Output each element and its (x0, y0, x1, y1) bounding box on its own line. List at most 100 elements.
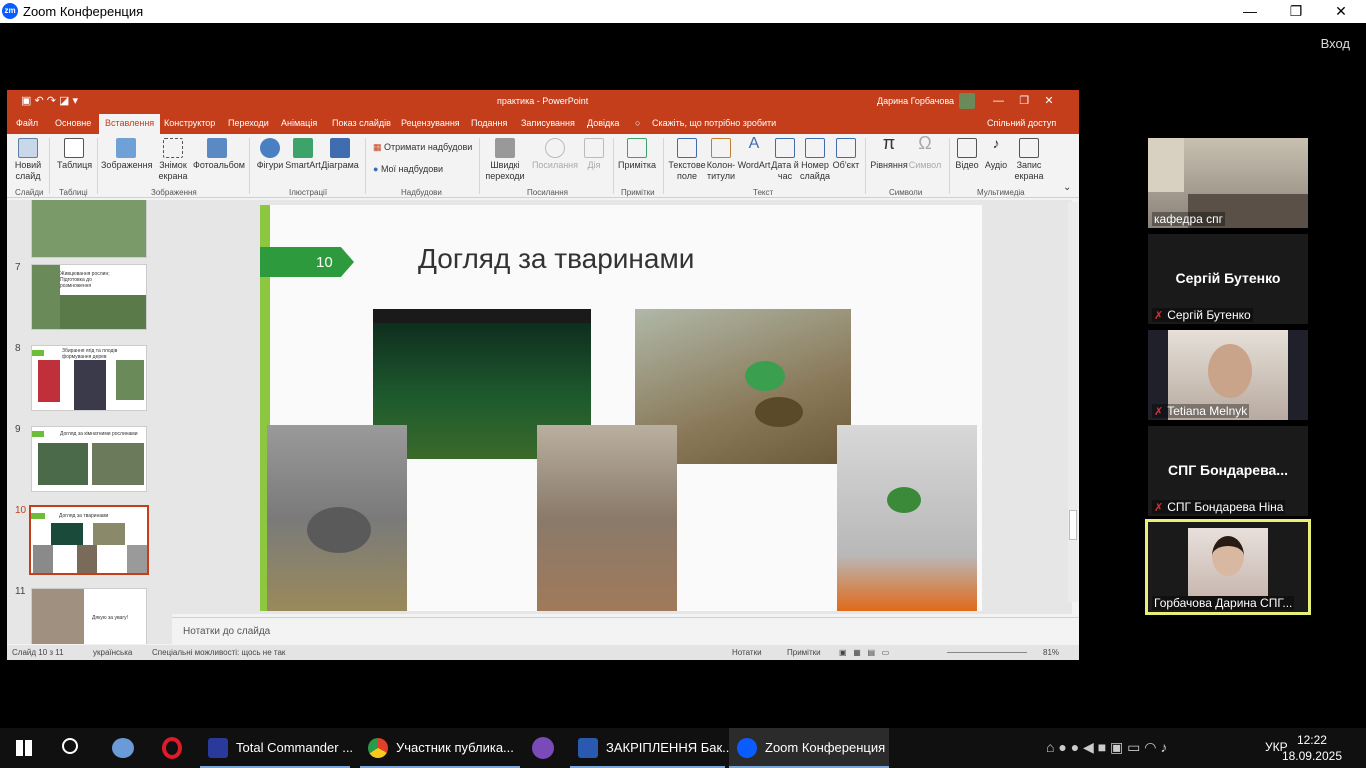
zoom-slider[interactable] (947, 652, 1027, 653)
thumb-number: 7 (15, 262, 21, 273)
get-addins-button[interactable]: ▦ Отримати надбудови (373, 142, 472, 153)
comment-button[interactable]: Примітка (617, 138, 657, 171)
tab-view[interactable]: Подання (471, 118, 507, 128)
tab-design[interactable]: Конструктор (164, 118, 215, 128)
thumbnails-scrollbar[interactable] (163, 202, 171, 642)
active-speaker-tile[interactable]: Горбачова Дарина СПГ... (1145, 519, 1311, 615)
tab-animations[interactable]: Анімація (281, 118, 317, 128)
ppt-window-controls[interactable]: — ❐ ✕ (993, 94, 1054, 107)
maximize-button[interactable]: ❐ (1281, 2, 1311, 20)
exit-button[interactable]: Вход (1321, 36, 1350, 51)
participant-tile[interactable]: ✗ Tetiana Melnyk (1148, 330, 1308, 420)
taskbar-zoom[interactable]: Zoom Конференция (729, 728, 889, 768)
slide-scrollbar[interactable] (1068, 202, 1078, 602)
tab-file[interactable]: Файл (16, 118, 38, 128)
object-icon (836, 138, 856, 158)
slide-thumb-7[interactable]: Живцювання рослин; Підготовка до розмнож… (31, 264, 147, 330)
participant-name: кафедра спг (1152, 212, 1226, 226)
muted-mic-icon: ✗ (1154, 502, 1164, 514)
addins-icon: ● (373, 164, 379, 174)
tab-home[interactable]: Основне (55, 118, 91, 128)
images-button[interactable]: Зображення (101, 138, 152, 171)
my-addins-button[interactable]: ● Мої надбудови (373, 164, 443, 174)
star-icon (584, 138, 604, 158)
audio-button[interactable]: ♪ Аудіо (983, 136, 1009, 171)
search-icon[interactable] (62, 738, 78, 754)
symbol-button[interactable]: Ω Символ (907, 133, 943, 171)
participant-display-name: СПГ Бондарева... (1168, 462, 1288, 478)
taskbar-total-commander[interactable]: Total Commander ... (200, 728, 353, 768)
group-label: Таблиці (59, 188, 88, 197)
clock[interactable]: 12:22 18.09.2025 (1282, 732, 1342, 764)
tab-record[interactable]: Записування (521, 118, 575, 128)
zoom-title-bar: zm Zoom Конференция — ❐ ✕ (0, 0, 1366, 23)
paint-app-icon[interactable] (112, 738, 134, 758)
windows-start-icon[interactable] (16, 740, 32, 756)
tab-help[interactable]: Довідка (587, 118, 619, 128)
video-button[interactable]: Відео (953, 138, 981, 171)
notes-pane[interactable]: Нотатки до слайда (172, 617, 1079, 644)
slide-thumb[interactable] (31, 200, 147, 258)
share-button[interactable]: Спільний доступ (987, 118, 1056, 128)
view-buttons-icon[interactable]: ▣ ▦ ▤ ▭ (839, 648, 889, 657)
link-button[interactable]: Посилання (531, 138, 579, 171)
accessibility-status[interactable]: Спеціальні можливості: щось не так (152, 648, 285, 657)
tab-slideshow[interactable]: Показ слайдів (332, 118, 391, 128)
group-label: Слайди (15, 188, 44, 197)
screen-record-button[interactable]: Запис екрана (1009, 138, 1049, 182)
collapse-ribbon-icon[interactable]: ⌄ (1063, 182, 1071, 193)
table-button[interactable]: Таблиця (57, 138, 92, 171)
chart-icon (330, 138, 350, 158)
smartart-button[interactable]: SmartArt (285, 138, 321, 171)
tray-icons[interactable]: ⌂ ● ● ◀ ■ ▣ ▭ ◠ ♪ (1046, 739, 1167, 756)
datetime-button[interactable]: Дата й час (771, 138, 799, 182)
equation-button[interactable]: π Рівняння (869, 134, 909, 171)
tell-me-search[interactable]: Скажіть, що потрібно зробити (652, 118, 776, 128)
taskbar-chrome[interactable]: Участник публика... (360, 728, 520, 768)
wordart-button[interactable]: A WordArt (737, 136, 771, 171)
slide-number-button[interactable]: Номер слайда (799, 138, 831, 182)
slide-thumb-9[interactable]: Догляд за кімнатними рослинами (31, 426, 147, 492)
save-icon[interactable]: ▣ ↶ ↷ ◪ ▾ (21, 94, 78, 107)
omega-icon: Ω (918, 133, 932, 153)
slide-editor: 10 Догляд за тваринами (172, 200, 1072, 614)
textbox-button[interactable]: Текстове поле (667, 138, 707, 182)
tab-review[interactable]: Рецензування (401, 118, 460, 128)
minimize-button[interactable]: — (1235, 2, 1265, 20)
taskbar-word[interactable]: ЗАКРІПЛЕННЯ Бак... (570, 728, 733, 768)
cage-photo (537, 425, 677, 611)
new-slide-button[interactable]: Новий слайд (11, 138, 45, 182)
ribbon-insert: Новий слайд Таблиця Зображення Знімок ек… (7, 134, 1079, 198)
group-label: Символи (889, 188, 923, 197)
group-label: Примітки (621, 188, 655, 197)
tab-transitions[interactable]: Переходи (228, 118, 269, 128)
screenshot-button[interactable]: Знімок екрана (153, 138, 193, 182)
comments-toggle[interactable]: Примітки (787, 648, 821, 657)
shapes-button[interactable]: Фігури (253, 138, 287, 171)
object-button[interactable]: Об'єкт (831, 138, 861, 171)
participant-tile[interactable]: СПГ Бондарева... ✗ СПГ Бондарева Ніна (1148, 426, 1308, 516)
header-footer-button[interactable]: Колон-титули (705, 138, 737, 182)
tab-insert[interactable]: Вставлення (99, 114, 161, 134)
comment-icon (627, 138, 647, 158)
participant-tile[interactable]: Сергій Бутенко ✗ Сергій Бутенко (1148, 234, 1308, 324)
zoom-level[interactable]: 81% (1043, 648, 1059, 657)
table-icon (64, 138, 84, 158)
action-button[interactable]: Дія (581, 138, 607, 171)
close-button[interactable]: ✕ (1326, 2, 1356, 20)
lightbulb-icon: ○ (635, 118, 641, 128)
slide-thumb-8[interactable]: Збирання ягід та плодів формування дерев (31, 345, 147, 411)
viber-icon[interactable] (532, 737, 554, 759)
slide-thumb-10[interactable]: Догляд за тваринами (29, 505, 149, 575)
participant-tile[interactable]: кафедра спг (1148, 138, 1308, 228)
slide-thumb-11[interactable]: Дякую за увагу! (31, 588, 147, 644)
opera-icon[interactable] (162, 737, 182, 759)
language-status[interactable]: українська (93, 648, 132, 657)
chart-button[interactable]: Діаграма (321, 138, 359, 171)
header-icon (711, 138, 731, 158)
notes-toggle[interactable]: Нотатки (732, 648, 762, 657)
zoom-links-button[interactable]: Швидкі переходи (483, 138, 527, 182)
parrot-photo (837, 425, 977, 611)
photo-album-button[interactable]: Фотоальбом (193, 138, 245, 171)
total-commander-icon (208, 738, 228, 758)
